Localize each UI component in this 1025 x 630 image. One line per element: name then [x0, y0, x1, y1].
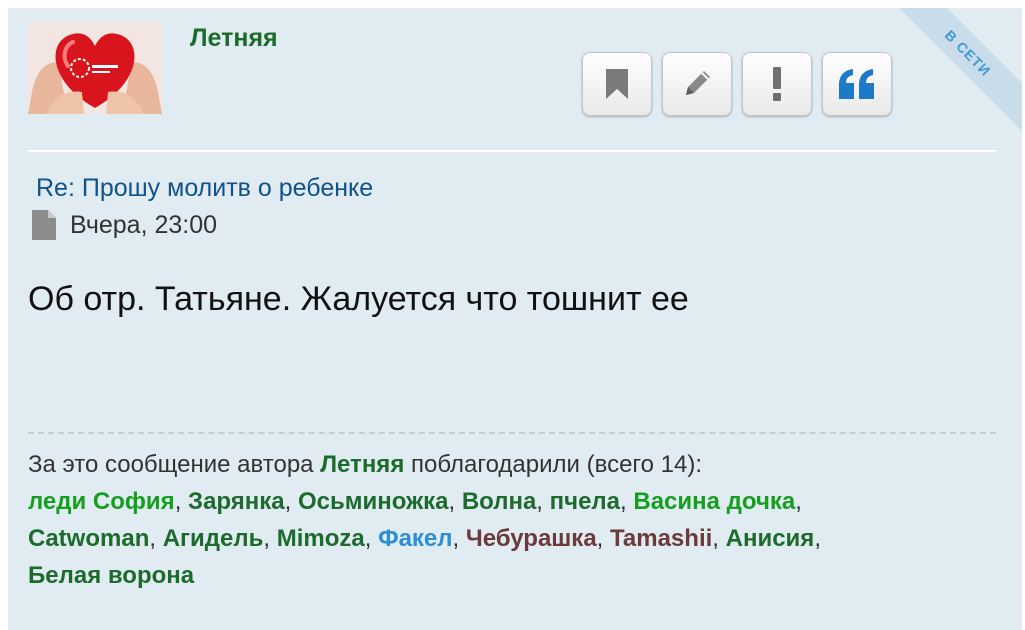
thanks-user[interactable]: Волна — [462, 488, 536, 515]
quote-button[interactable] — [822, 52, 892, 116]
bookmark-button[interactable] — [582, 52, 652, 116]
thanks-user[interactable]: Васина дочка — [633, 488, 795, 515]
post-action-buttons — [582, 52, 892, 116]
thanks-user[interactable]: Tamashii — [610, 525, 712, 552]
thanks-user[interactable]: Агидель — [163, 525, 264, 552]
thanks-block: За это сообщение автора Летняя поблагода… — [28, 451, 821, 589]
document-icon[interactable] — [32, 210, 56, 240]
thanks-user[interactable]: леди София — [28, 488, 175, 515]
avatar[interactable] — [28, 22, 162, 114]
thanks-prefix: За это сообщение автора — [28, 451, 314, 478]
dashed-divider — [28, 432, 996, 434]
post-card: Летняя В СЕТИ Re: Прошу молитв о ребенке… — [8, 8, 1022, 630]
edit-button[interactable] — [662, 52, 732, 116]
bookmark-icon — [606, 69, 628, 99]
thanks-user[interactable]: Анисия — [726, 525, 815, 552]
post-time: Вчера, 23:00 — [70, 210, 218, 239]
avatar-heart-image — [28, 22, 162, 114]
report-button[interactable] — [742, 52, 812, 116]
divider — [28, 150, 996, 152]
thanks-user[interactable]: Факел — [378, 525, 452, 552]
post-meta: Вчера, 23:00 — [32, 210, 217, 240]
thanks-user[interactable]: Mimoza — [277, 525, 365, 552]
thanks-user[interactable]: Осьминожка — [298, 488, 449, 515]
thanks-user[interactable]: пчела — [550, 488, 620, 515]
quote-icon — [839, 69, 874, 99]
online-status-badge: В СЕТИ — [885, 8, 1022, 136]
thanks-user[interactable]: Чебурашка — [466, 525, 597, 552]
thanks-user[interactable]: Зарянка — [188, 488, 285, 515]
thanks-user[interactable]: Catwoman — [28, 525, 149, 552]
pencil-icon — [686, 71, 710, 95]
author-username[interactable]: Летняя — [190, 24, 278, 53]
thanks-user[interactable]: Белая ворона — [28, 562, 194, 589]
exclamation-icon — [773, 67, 781, 101]
post-subject-link[interactable]: Re: Прошу молитв о ребенке — [36, 174, 373, 203]
thanks-suffix: поблагодарили (всего 14): — [411, 451, 703, 478]
thanks-author[interactable]: Летняя — [320, 451, 404, 478]
post-content: Об отр. Татьяне. Жалуется что тошнит ее — [28, 280, 689, 318]
